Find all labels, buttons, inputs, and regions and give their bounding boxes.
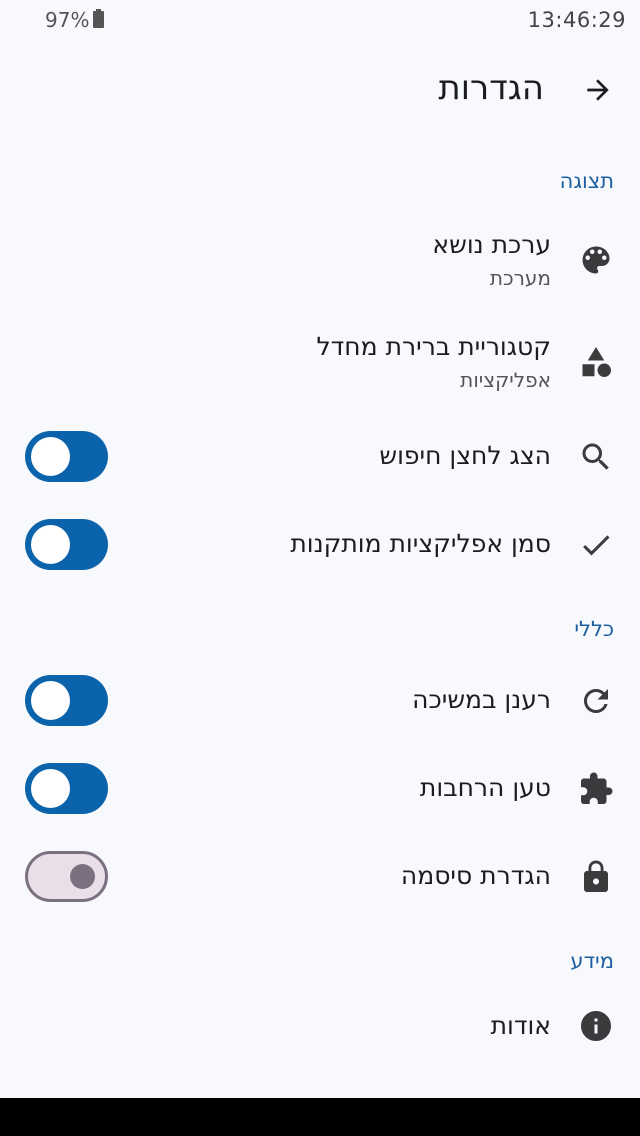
default-category-subtitle: אפליקציות xyxy=(460,368,551,392)
shapes-icon xyxy=(576,342,616,382)
show-search-switch[interactable] xyxy=(25,431,108,482)
palette-icon xyxy=(576,240,616,280)
load-extensions-switch[interactable] xyxy=(25,763,108,814)
mark-installed-switch[interactable] xyxy=(25,519,108,570)
battery-percentage: 97% xyxy=(45,8,90,32)
set-password-switch[interactable] xyxy=(25,851,108,902)
theme-subtitle: מערכת xyxy=(489,266,551,290)
set-password-title: הגדרת סיסמה xyxy=(400,861,551,890)
switch-thumb xyxy=(70,864,95,889)
page-title: הגדרות xyxy=(438,68,544,108)
pull-refresh-title: רענן במשיכה xyxy=(412,685,551,714)
back-button[interactable] xyxy=(578,70,618,110)
info-icon xyxy=(576,1006,616,1046)
status-bar: 97% 13:46:29 xyxy=(0,0,640,40)
switch-thumb xyxy=(31,525,70,564)
mark-installed-row[interactable]: סמן אפליקציות מותקנות xyxy=(0,504,640,586)
about-row[interactable]: אודות xyxy=(0,986,640,1068)
switch-thumb xyxy=(31,769,70,808)
default-category-title: קטגוריית ברירת מחדל xyxy=(316,332,551,361)
set-password-row[interactable]: הגדרת סיסמה xyxy=(0,836,640,918)
pull-refresh-switch[interactable] xyxy=(25,675,108,726)
theme-title: ערכת נושא xyxy=(432,230,551,259)
theme-setting-row[interactable]: ערכת נושא מערכת xyxy=(0,216,640,306)
default-category-row[interactable]: קטגוריית ברירת מחדל אפליקציות xyxy=(0,318,640,408)
extension-icon xyxy=(576,769,616,809)
load-extensions-row[interactable]: טען הרחבות xyxy=(0,748,640,830)
battery-icon xyxy=(93,9,104,28)
mark-installed-title: סמן אפליקציות מותקנות xyxy=(290,529,551,558)
section-header-info: מידע xyxy=(570,949,614,973)
lock-icon xyxy=(576,857,616,897)
check-icon xyxy=(576,525,616,565)
pull-refresh-row[interactable]: רענן במשיכה xyxy=(0,660,640,742)
system-navigation-bar xyxy=(0,1098,640,1136)
section-header-general: כללי xyxy=(574,617,614,641)
show-search-title: הצג לחצן חיפוש xyxy=(379,441,551,470)
status-time: 13:46:29 xyxy=(527,8,626,32)
about-title: אודות xyxy=(490,1011,551,1040)
switch-thumb xyxy=(31,437,70,476)
refresh-icon xyxy=(576,681,616,721)
search-icon xyxy=(576,437,616,477)
app-bar: הגדרות xyxy=(0,56,640,126)
arrow-forward-icon xyxy=(587,79,609,101)
show-search-row[interactable]: הצג לחצן חיפוש xyxy=(0,416,640,498)
switch-thumb xyxy=(31,681,70,720)
load-extensions-title: טען הרחבות xyxy=(419,773,551,802)
section-header-display: תצוגה xyxy=(559,169,614,193)
